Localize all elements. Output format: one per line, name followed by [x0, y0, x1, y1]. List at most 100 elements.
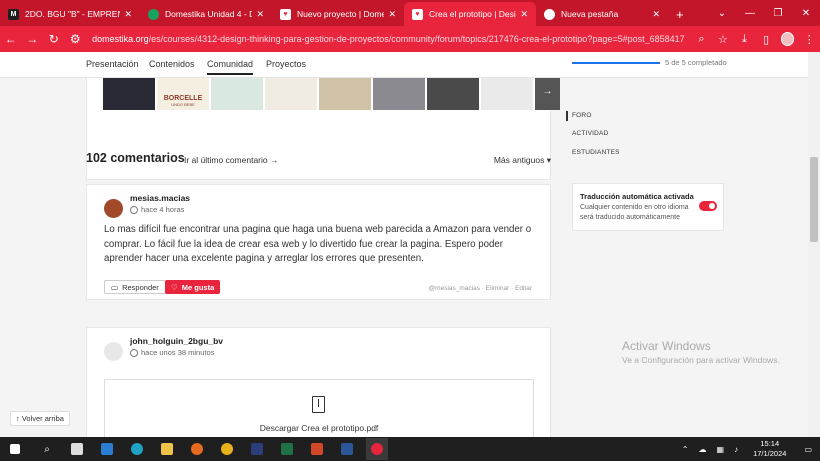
active-indicator [566, 111, 568, 121]
tab-1-title: 2DO. BGU "B" - EMPRENDIM [25, 9, 120, 19]
back-to-top-button[interactable]: ↑ Volver arriba [10, 411, 70, 426]
watermark-line-1: Activar Windows [622, 339, 711, 353]
file-download-box[interactable]: Descargar Crea el prototipo.pdf [104, 379, 534, 437]
close-icon[interactable]: ✕ [652, 9, 660, 20]
profile-avatar[interactable] [780, 32, 795, 46]
video-app-icon[interactable] [246, 438, 268, 460]
chevron-down-icon[interactable]: ⌄ [708, 0, 736, 26]
comment-handle[interactable]: @mesias_macias [429, 285, 480, 292]
goto-last-comment-link[interactable]: Ir al último comentario → [184, 155, 278, 165]
url-path: /es/courses/4312-design-thinking-para-ge… [148, 34, 685, 44]
sidebar-item-foro[interactable]: FORO [572, 112, 592, 119]
tab-2-favicon [148, 8, 159, 20]
page-scrollbar[interactable] [808, 52, 820, 437]
domestika-icon: ♥ [280, 8, 291, 20]
download-icon[interactable]: ⤓ [734, 33, 756, 46]
comment-username[interactable]: john_holguin_2bgu_bv [130, 336, 223, 346]
avatar[interactable] [104, 342, 123, 361]
comment-username[interactable]: mesias.macias [130, 193, 190, 203]
domestika-icon: ♥ [412, 8, 423, 20]
close-icon[interactable]: ✕ [388, 9, 396, 20]
reload-icon[interactable]: ↻ [43, 32, 65, 46]
subnav-contenidos[interactable]: Contenidos [149, 59, 195, 69]
like-button[interactable]: ♡ Me gusta [165, 280, 221, 294]
site-info-icon[interactable]: ⚙ [65, 32, 87, 46]
maximize-icon[interactable]: ❐ [764, 0, 792, 26]
tab-1[interactable]: M 2DO. BGU "B" - EMPRENDIM ✕ [0, 2, 140, 26]
bookmark-star-icon[interactable]: ☆ [712, 33, 734, 46]
logo-text: BORCELLE [163, 95, 203, 102]
delete-link[interactable]: Eliminar [486, 285, 509, 292]
edit-link[interactable]: Editar [515, 285, 532, 292]
comments-count: 102 comentarios [86, 151, 185, 165]
sidebar-item-estudiantes[interactable]: ESTUDIANTES [572, 149, 620, 156]
chevron-up-icon[interactable]: ⌃ [682, 445, 689, 454]
cloud-icon[interactable]: ☁ [699, 445, 707, 454]
mail-icon[interactable] [96, 438, 118, 460]
sidepanel-icon[interactable]: ▯ [755, 33, 777, 46]
reply-button[interactable]: ▭ Responder [104, 280, 166, 294]
speech-bubble-icon: ▭ [111, 282, 119, 292]
firefox-icon[interactable] [186, 438, 208, 460]
tab-2[interactable]: Domestika Unidad 4 - Danie ✕ [140, 2, 272, 26]
close-icon[interactable]: ✕ [520, 9, 528, 20]
translation-card: Traducción automática activada Cualquier… [572, 183, 724, 231]
taskbar-time: 15:14 [760, 439, 780, 448]
menu-dots-icon[interactable]: ⋮ [798, 33, 820, 46]
logo-sub: UNDO BEBE [171, 102, 195, 107]
network-icon[interactable]: ▦ [717, 445, 725, 454]
tab-4-active[interactable]: ♥ Crea el prototipo | Design Th ✕ [404, 2, 536, 26]
watermark-line-2: Ve a Configuración para activar Windows. [622, 355, 780, 365]
avatar[interactable] [104, 199, 123, 218]
page-content: BORCELLE UNDO BEBE → Presentación Conten… [0, 52, 808, 437]
comment-time-text: hace 4 horas [141, 205, 185, 214]
notification-icon[interactable]: ▭ [804, 445, 812, 454]
url-field[interactable]: domestika.org/es/courses/4312-design-thi… [92, 29, 685, 49]
sort-dropdown[interactable]: Más antiguos ▾ [494, 155, 551, 166]
close-icon[interactable]: ✕ [256, 9, 264, 20]
chrome-active-icon[interactable] [366, 438, 388, 460]
store-icon[interactable] [66, 438, 88, 460]
tab-4-title: Crea el prototipo | Design Th [429, 9, 516, 19]
download-file-icon [312, 396, 325, 413]
tab-3-title: Nuevo proyecto | Domestika [297, 9, 385, 19]
course-progress-bar [572, 62, 660, 64]
volume-icon[interactable]: ♪ [734, 445, 738, 454]
forward-arrow-icon[interactable]: → [22, 32, 44, 46]
chrome-icon [544, 8, 555, 20]
translation-toggle[interactable] [699, 201, 717, 211]
powerpoint-icon[interactable] [306, 438, 328, 460]
chrome-icon[interactable] [216, 438, 238, 460]
minimize-icon[interactable]: — [736, 0, 764, 26]
file-download-label: Descargar Crea el prototipo.pdf [259, 423, 379, 433]
comment-card: mesias.macias hace 4 horas Lo mas difíci… [86, 184, 551, 300]
tab-5[interactable]: Nueva pestaña ✕ [536, 2, 668, 26]
tab-3[interactable]: ♥ Nuevo proyecto | Domestika ✕ [272, 2, 404, 26]
windows-start-icon[interactable] [4, 438, 26, 460]
windows-activation-watermark: Activar Windows Ve a Configuración para … [622, 339, 780, 365]
subnav-proyectos[interactable]: Proyectos [266, 59, 306, 69]
new-tab-button[interactable]: + [668, 2, 692, 26]
edge-icon[interactable] [126, 438, 148, 460]
tab-5-title: Nueva pestaña [561, 9, 619, 19]
comments-header: 102 comentarios Ir al último comentario … [86, 151, 551, 171]
reply-label: Responder [122, 282, 159, 292]
close-window-icon[interactable]: ✕ [792, 0, 820, 26]
comment-card: john_holguin_2bgu_bv hace unos 38 minuto… [86, 327, 551, 437]
heart-icon: ♡ [171, 282, 178, 292]
subnav-comunidad[interactable]: Comunidad [207, 59, 254, 75]
word-icon[interactable] [336, 438, 358, 460]
course-subnav: Presentación Contenidos Comunidad Proyec… [0, 52, 808, 78]
comment-time: hace unos 38 minutos [130, 348, 214, 357]
folder-icon[interactable] [156, 438, 178, 460]
subnav-presentacion[interactable]: Presentación [86, 59, 139, 69]
scrollbar-thumb[interactable] [810, 157, 818, 242]
taskbar-clock[interactable]: 15:14 17/1/2024 [753, 439, 786, 459]
comment-time-text: hace unos 38 minutos [141, 348, 215, 357]
zoom-icon[interactable]: ⌕ [691, 33, 713, 46]
excel-icon[interactable] [276, 438, 298, 460]
close-icon[interactable]: ✕ [124, 9, 132, 20]
search-icon[interactable]: ⌕ [36, 438, 58, 460]
back-arrow-icon[interactable]: ← [0, 32, 22, 46]
sidebar-item-actividad[interactable]: ACTIVIDAD [572, 130, 608, 137]
